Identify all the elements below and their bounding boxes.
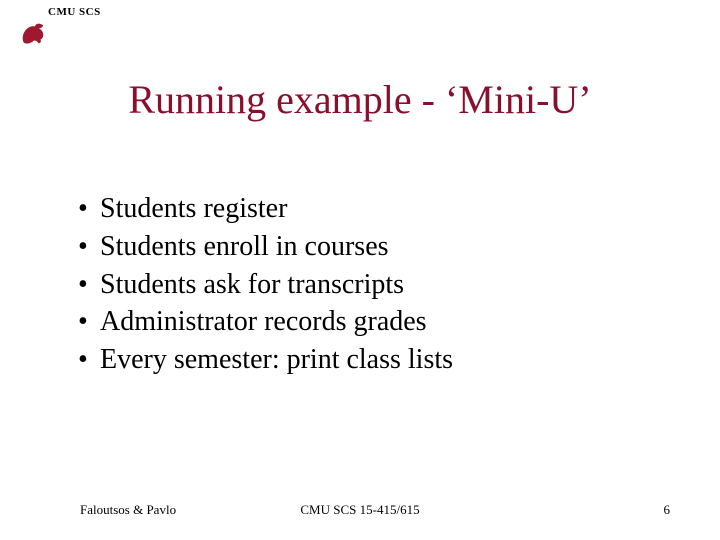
footer-course: CMU SCS 15-415/615 <box>0 502 720 518</box>
list-item: • Students ask for transcripts <box>78 266 453 304</box>
list-item: • Administrator records grades <box>78 303 453 341</box>
slide-title: Running example - ‘Mini-U’ <box>0 76 720 123</box>
bullet-text: Students register <box>100 190 287 228</box>
bullet-icon: • <box>78 190 100 228</box>
slide-header: CMU SCS <box>48 6 101 18</box>
bullet-icon: • <box>78 303 100 341</box>
list-item: • Every semester: print class lists <box>78 341 453 379</box>
bullet-list: • Students register • Students enroll in… <box>78 190 453 379</box>
page-number: 6 <box>664 502 671 518</box>
bullet-text: Students enroll in courses <box>100 228 389 266</box>
list-item: • Students enroll in courses <box>78 228 453 266</box>
bullet-icon: • <box>78 266 100 304</box>
bullet-text: Students ask for transcripts <box>100 266 404 304</box>
scotty-logo-icon <box>18 18 48 48</box>
bullet-text: Every semester: print class lists <box>100 341 453 379</box>
bullet-icon: • <box>78 228 100 266</box>
bullet-icon: • <box>78 341 100 379</box>
header-label: CMU SCS <box>48 6 101 18</box>
bullet-text: Administrator records grades <box>100 303 427 341</box>
list-item: • Students register <box>78 190 453 228</box>
